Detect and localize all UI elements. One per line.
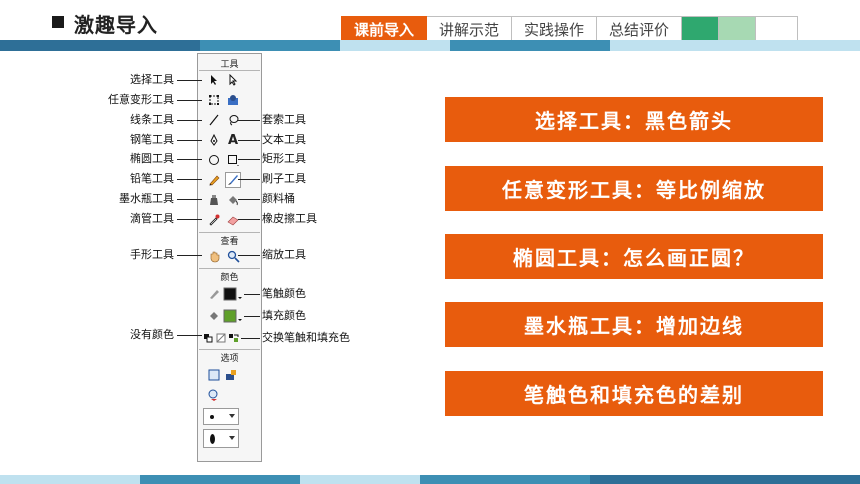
fill-transform-icon[interactable] [225,92,241,108]
divider [199,268,260,269]
eyedropper-icon[interactable] [206,212,222,228]
label-ink-bottle-tool: 墨水瓶工具 [119,192,174,205]
callout-free-transform[interactable]: 任意变形工具：等比例缩放 [445,166,823,211]
pencil-icon[interactable] [206,172,222,188]
label-text-tool: 文本工具 [262,133,306,146]
label-rectangle-tool: 矩形工具 [262,152,306,165]
tab-pre-class-intro[interactable]: 课前导入 [341,16,428,42]
brush-shape-dot [210,433,215,444]
footer-band [0,475,860,484]
callout-stroke-vs-fill[interactable]: 笔触色和填充色的差别 [445,371,823,416]
leader-line [238,159,260,160]
tab-spacer-light-green [719,16,757,42]
leader-line [177,255,202,256]
tab-practice[interactable]: 实践操作 [512,16,598,42]
leader-line [177,120,202,121]
hand-icon[interactable] [206,248,222,264]
label-hand-tool: 手形工具 [130,248,174,261]
leader-line [177,159,202,160]
leader-line [241,338,260,339]
label-stroke-color: 笔触颜色 [262,287,306,300]
label-line-tool: 线条工具 [130,113,174,126]
rectangle-icon[interactable] [225,152,241,168]
divider [199,70,260,71]
flash-toolbox: 工具 A 查看 颜色 选项 [197,53,262,462]
callout-ink-bottle[interactable]: 墨水瓶工具：增加边线 [445,302,823,347]
default-colors-icon[interactable] [202,330,214,346]
subselect-icon[interactable] [225,72,241,88]
page-title: 激趣导入 [74,13,158,37]
leader-line [244,294,260,295]
leader-line [238,255,260,256]
brush-mode-icon[interactable] [206,387,222,403]
ink-bottle-icon[interactable] [206,192,222,208]
tab-summary[interactable]: 总结评价 [597,16,683,42]
stroke-color-swatch[interactable] [223,286,243,302]
brush-size-dot [210,414,214,419]
label-zoom-tool: 缩放工具 [262,248,306,261]
leader-line [244,316,260,317]
fill-color-swatch[interactable] [223,308,243,324]
leader-line [177,100,202,101]
arrow-select-icon[interactable] [206,72,222,88]
label-eyedropper-tool: 滴管工具 [130,212,174,225]
divider [199,349,260,350]
leader-line [177,80,202,81]
paint-bucket-icon[interactable] [225,192,241,208]
tab-spacer-green [682,16,720,42]
zoom-icon[interactable] [225,248,241,264]
label-swap-colors: 交换笔触和填充色 [262,331,350,344]
label-select-tool: 选择工具 [130,73,174,86]
leader-line [177,140,202,141]
leader-line [238,179,260,180]
tab-spacer-empty [756,16,799,42]
leader-line [238,199,260,200]
fill-bucket-icon [206,308,222,324]
leader-line [177,219,202,220]
label-fill-color: 填充颜色 [262,309,306,322]
toolbox-header-tools: 工具 [220,60,239,70]
label-no-color: 没有颜色 [130,328,174,341]
tab-bar: 课前导入 讲解示范 实践操作 总结评价 [341,16,799,42]
brush-icon[interactable] [225,172,241,188]
brush-size-dropdown[interactable] [203,408,239,425]
leader-line [177,199,202,200]
free-transform-icon[interactable] [206,92,222,108]
label-free-transform-tool: 任意变形工具 [108,93,174,106]
stroke-pencil-icon [206,286,222,302]
leader-line [238,219,260,220]
label-lasso-tool: 套索工具 [262,113,306,126]
toolbox-header-colors: 颜色 [220,273,239,283]
brush-shape-dropdown[interactable] [203,429,239,448]
leader-line [177,179,202,180]
title-marker [52,16,64,28]
chevron-down-icon [229,436,235,440]
oval-icon[interactable] [206,152,222,168]
label-paint-bucket-tool: 颜料桶 [262,192,295,205]
lock-fill-icon[interactable] [223,367,239,383]
label-pencil-tool: 铅笔工具 [130,172,174,185]
leader-line [238,140,260,141]
leader-line [238,120,260,121]
label-brush-tool: 刷子工具 [262,172,306,185]
swap-colors-icon[interactable] [228,330,240,346]
snap-option-icon[interactable] [206,367,222,383]
label-pen-tool: 钢笔工具 [130,133,174,146]
label-oval-tool: 椭圆工具 [130,152,174,165]
header-band [0,40,860,51]
divider [199,232,260,233]
line-icon[interactable] [206,112,222,128]
leader-line [177,335,202,336]
chevron-down-icon [229,414,235,418]
label-eraser-tool: 橡皮擦工具 [262,212,317,225]
eraser-icon[interactable] [225,212,241,228]
pen-icon[interactable] [206,132,222,148]
no-color-icon[interactable] [215,330,227,346]
callout-select-tool[interactable]: 选择工具：黑色箭头 [445,97,823,142]
tab-explain-demo[interactable]: 讲解示范 [427,16,513,42]
toolbox-header-options: 选项 [220,354,239,364]
toolbox-header-view: 查看 [220,237,239,247]
callout-oval-tool[interactable]: 椭圆工具：怎么画正圆？ [445,234,823,279]
